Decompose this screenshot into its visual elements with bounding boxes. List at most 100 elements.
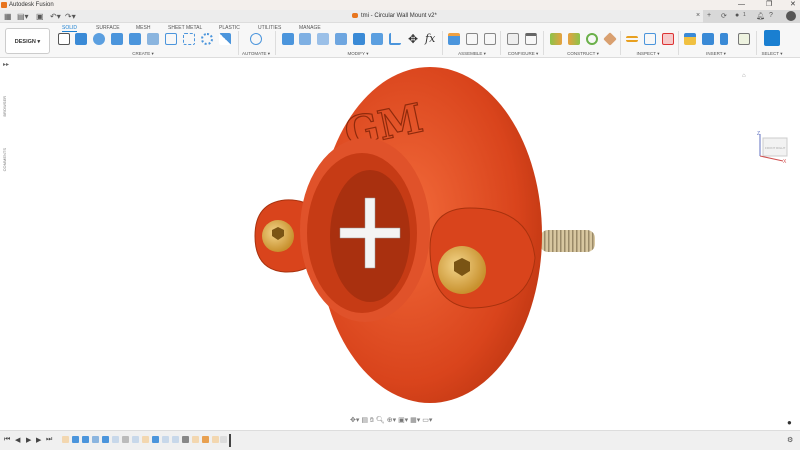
insert-menu[interactable]: INSERT ▾ <box>706 51 726 57</box>
new-component-icon[interactable] <box>448 33 460 45</box>
timeline-feature[interactable] <box>142 436 149 443</box>
tab-manage[interactable]: MANAGE <box>299 25 321 31</box>
insert-canvas-icon[interactable] <box>702 33 714 45</box>
timeline-feature[interactable] <box>162 436 169 443</box>
revolve-icon[interactable] <box>93 33 105 45</box>
timeline-feature[interactable] <box>122 436 129 443</box>
save-icon[interactable]: ▣ <box>36 12 44 21</box>
hole-icon[interactable] <box>147 33 159 45</box>
align-icon[interactable] <box>389 33 401 45</box>
parameters-icon[interactable]: fx <box>425 33 437 45</box>
configure-menu[interactable]: CONFIGURE ▾ <box>508 51 539 57</box>
press-pull-icon[interactable] <box>282 33 294 45</box>
select-icon[interactable] <box>764 30 780 46</box>
configure-icon[interactable] <box>507 33 519 45</box>
viewcube[interactable]: Z X FRONT RIGHT <box>755 128 791 164</box>
step-back-button[interactable]: ◀ <box>15 436 20 444</box>
split-body-icon[interactable] <box>371 33 383 45</box>
face-right-label[interactable]: RIGHT <box>776 146 786 150</box>
extensions-icon[interactable]: ⟳ <box>721 12 727 20</box>
help-icon[interactable]: ? <box>769 12 773 19</box>
timeline-feature[interactable] <box>112 436 119 443</box>
timeline-feature[interactable] <box>220 436 227 443</box>
grid-icon[interactable]: ▦ <box>4 12 12 21</box>
timeline-feature[interactable] <box>82 436 89 443</box>
play-button[interactable]: ▶ <box>26 436 31 444</box>
timeline-feature[interactable] <box>72 436 79 443</box>
tab-plastic[interactable]: PLASTIC <box>219 25 240 31</box>
timeline-feature[interactable] <box>212 436 219 443</box>
assemble-menu[interactable]: ASSEMBLE ▾ <box>458 51 486 57</box>
job-status-icon[interactable]: ● <box>735 12 739 19</box>
midplane-icon[interactable] <box>603 32 617 46</box>
box-icon[interactable] <box>183 33 195 45</box>
insert-mcmaster-icon[interactable] <box>738 33 750 45</box>
go-to-start-button[interactable]: ⏮ <box>4 436 10 444</box>
fillet-icon[interactable] <box>299 33 311 45</box>
create-menu[interactable]: CREATE ▾ <box>132 51 153 57</box>
sweep-icon[interactable] <box>111 33 123 45</box>
minimize-button[interactable]: — <box>738 0 745 10</box>
zoom-icon[interactable]: 🔍︎ <box>376 417 385 424</box>
timeline-feature[interactable] <box>202 436 209 443</box>
home-view-icon[interactable]: ⌂ <box>742 73 746 79</box>
canvas-viewport[interactable]: ▸▸ BROWSER COMMENTS GM Z X FRONT RIGHT ⌂ <box>0 58 800 430</box>
move-icon[interactable]: ✥ <box>407 33 419 45</box>
create-sketch-icon[interactable] <box>58 33 70 45</box>
close-window-button[interactable]: ✕ <box>790 0 796 10</box>
restore-button[interactable]: ❐ <box>766 0 772 10</box>
notifications-icon[interactable]: 🔔︎ <box>756 12 765 20</box>
timeline-feature[interactable] <box>102 436 109 443</box>
timeline-feature[interactable] <box>182 436 189 443</box>
redo-icon[interactable]: ↷▾ <box>65 12 76 21</box>
pan-icon[interactable]: ✋︎ <box>370 417 374 424</box>
fit-icon[interactable]: ⊕▾ <box>387 417 396 424</box>
shell-icon[interactable] <box>335 33 347 45</box>
mirror-icon[interactable] <box>219 33 231 45</box>
tab-mesh[interactable]: MESH <box>136 25 150 31</box>
joint-icon[interactable] <box>466 33 478 45</box>
tab-surface[interactable]: SURFACE <box>96 25 120 31</box>
file-icon[interactable]: ▤▾ <box>17 12 29 21</box>
look-at-icon[interactable]: ▤ <box>361 417 368 424</box>
loft-icon[interactable] <box>129 33 141 45</box>
display-settings-icon[interactable]: ▣▾ <box>398 417 408 424</box>
construct-menu[interactable]: CONSTRUCT ▾ <box>567 51 599 57</box>
document-tab[interactable]: tmi - Circular Wall Mount v2* <box>352 12 437 21</box>
modify-menu[interactable]: MODIFY ▾ <box>348 51 369 57</box>
interference-icon[interactable] <box>662 33 674 45</box>
timeline-feature[interactable] <box>192 436 199 443</box>
close-tab-button[interactable]: × <box>696 12 700 19</box>
measure-icon[interactable] <box>626 36 638 42</box>
plane-at-angle-icon[interactable] <box>568 33 580 45</box>
chamfer-icon[interactable] <box>317 33 329 45</box>
inspect-menu[interactable]: INSPECT ▾ <box>637 51 660 57</box>
comment-icon[interactable]: ● <box>787 418 792 427</box>
automate-menu[interactable]: AUTOMATE ▾ <box>242 51 270 57</box>
face-front-label[interactable]: FRONT <box>765 146 775 150</box>
go-to-end-button[interactable]: ⏭ <box>46 436 52 444</box>
automate-icon[interactable] <box>250 33 262 45</box>
timeline-settings-icon[interactable]: ⚙ <box>787 436 793 444</box>
step-forward-button[interactable]: ▶ <box>36 436 41 444</box>
new-tab-button[interactable]: + <box>707 12 711 19</box>
timeline-marker[interactable] <box>229 434 231 447</box>
timeline-feature[interactable] <box>172 436 179 443</box>
workspace-switcher[interactable]: DESIGN ▾ <box>5 28 50 54</box>
timeline-feature[interactable] <box>132 436 139 443</box>
extrude-icon[interactable] <box>75 33 87 45</box>
configuration-table-icon[interactable] <box>525 33 537 45</box>
as-built-joint-icon[interactable] <box>484 33 496 45</box>
insert-mesh-icon[interactable] <box>720 33 728 45</box>
thread-icon[interactable] <box>165 33 177 45</box>
undo-icon[interactable]: ↶▾ <box>50 12 61 21</box>
model-view[interactable]: GM <box>0 58 800 430</box>
insert-derive-icon[interactable] <box>684 33 696 45</box>
pattern-icon[interactable] <box>201 33 213 45</box>
offset-plane-icon[interactable] <box>550 33 562 45</box>
grid-settings-icon[interactable]: ▦▾ <box>410 417 420 424</box>
timeline-feature[interactable] <box>152 436 159 443</box>
section-analysis-icon[interactable] <box>644 33 656 45</box>
timeline-feature[interactable] <box>92 436 99 443</box>
tangent-plane-icon[interactable] <box>586 33 598 45</box>
